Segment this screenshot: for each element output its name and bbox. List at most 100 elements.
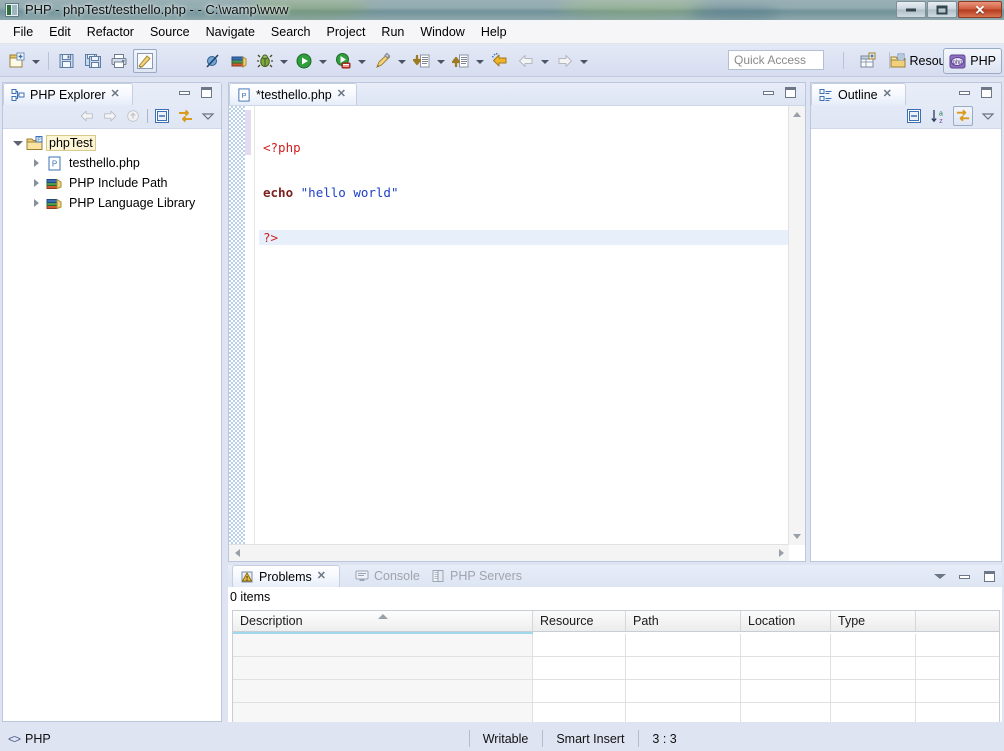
quick-access-input[interactable]: Quick Access (728, 50, 824, 70)
menu-edit[interactable]: Edit (41, 23, 79, 41)
code-editor[interactable]: <?php echo "hello world" ?> (229, 106, 805, 561)
new-wizard-dropdown[interactable] (30, 50, 41, 72)
close-icon[interactable]: ✕ (111, 89, 120, 100)
menu-navigate[interactable]: Navigate (198, 23, 263, 41)
forward-button[interactable] (101, 107, 119, 125)
table-cell (831, 703, 916, 722)
previous-annotation-dropdown[interactable] (474, 50, 485, 72)
debug-button[interactable] (253, 49, 277, 73)
column-header-location[interactable]: Location (741, 611, 831, 631)
expand-twisty[interactable] (31, 197, 44, 210)
menu-search[interactable]: Search (263, 23, 319, 41)
expand-twisty[interactable] (11, 137, 24, 150)
link-with-editor-button[interactable] (953, 106, 973, 126)
forward-dropdown[interactable] (578, 50, 589, 72)
editor-vertical-scrollbar[interactable] (788, 106, 805, 545)
tree-item-testhello[interactable]: P testhello.php (3, 153, 221, 173)
table-row[interactable] (233, 680, 999, 703)
previous-annotation-button[interactable] (449, 49, 473, 73)
run-dropdown[interactable] (317, 50, 328, 72)
close-icon[interactable]: ✕ (337, 89, 346, 100)
view-menu-button[interactable] (979, 107, 997, 125)
menu-window[interactable]: Window (412, 23, 472, 41)
table-row[interactable] (233, 657, 999, 680)
column-header-type[interactable]: Type (831, 611, 916, 631)
library-icon (45, 175, 63, 191)
minimize-button[interactable] (762, 86, 775, 99)
tab-problems[interactable]: Problems ✕ (232, 565, 340, 587)
resource-perspective-icon (890, 53, 905, 67)
menu-file[interactable]: File (5, 23, 41, 41)
maximize-button[interactable] (983, 570, 996, 583)
tab-php-explorer[interactable]: PHP Explorer ✕ (3, 83, 133, 105)
minimize-button[interactable] (958, 86, 971, 99)
hide-fields-button[interactable] (905, 107, 923, 125)
save-all-button[interactable] (81, 49, 105, 73)
minimize-button[interactable] (958, 570, 971, 583)
next-annotation-dropdown[interactable] (435, 50, 446, 72)
maximize-button[interactable] (927, 1, 957, 18)
expand-twisty[interactable] (31, 157, 44, 170)
open-task-button[interactable] (227, 49, 251, 73)
menu-project[interactable]: Project (319, 23, 374, 41)
link-with-editor-button[interactable] (176, 107, 194, 125)
minimize-button[interactable] (178, 86, 191, 99)
tab-console[interactable]: Console (348, 565, 427, 587)
maximize-button[interactable] (200, 86, 213, 99)
back-dropdown[interactable] (539, 50, 550, 72)
code-text[interactable]: <?php echo "hello world" ?> (259, 106, 805, 545)
toggle-markers-button[interactable] (133, 48, 157, 73)
maximize-button[interactable] (784, 86, 797, 99)
column-header-resource[interactable]: Resource (533, 611, 626, 631)
open-perspective-button[interactable] (857, 50, 879, 71)
view-menu-button[interactable] (933, 570, 946, 583)
close-button[interactable]: ✕ (958, 1, 1002, 18)
back-button[interactable] (514, 49, 538, 73)
editor-horizontal-scrollbar[interactable] (229, 544, 789, 561)
scroll-right-button[interactable] (773, 545, 789, 561)
tab-testhello-php[interactable]: P *testhello.php ✕ (229, 83, 357, 105)
scroll-left-button[interactable] (229, 545, 245, 561)
forward-button[interactable] (553, 49, 577, 73)
column-header-path[interactable]: Path (626, 611, 741, 631)
menu-help[interactable]: Help (473, 23, 515, 41)
scroll-up-button[interactable] (789, 106, 805, 123)
menu-source[interactable]: Source (142, 23, 198, 41)
debug-dropdown[interactable] (278, 50, 289, 72)
up-button[interactable] (124, 107, 142, 125)
marker-bar[interactable] (229, 106, 245, 545)
external-tools-dropdown[interactable] (356, 50, 367, 72)
run-button[interactable] (292, 49, 316, 73)
tab-outline[interactable]: Outline ✕ (811, 83, 906, 105)
perspective-php-button[interactable]: php PHP (943, 48, 1002, 74)
menu-run[interactable]: Run (373, 23, 412, 41)
print-button[interactable] (107, 49, 131, 73)
view-menu-button[interactable] (199, 107, 217, 125)
last-edit-location-button[interactable] (488, 49, 512, 73)
new-wizard-button[interactable] (5, 49, 29, 73)
save-button[interactable] (55, 49, 79, 73)
tree-item-phpTest[interactable]: P phpTest (3, 133, 221, 153)
table-cell (916, 634, 999, 656)
scroll-down-button[interactable] (789, 528, 805, 545)
collapse-all-button[interactable] (153, 107, 171, 125)
expand-twisty[interactable] (31, 177, 44, 190)
table-row[interactable] (233, 634, 999, 657)
tree-item-php-language-library[interactable]: PHP Language Library (3, 193, 221, 213)
back-button[interactable] (78, 107, 96, 125)
close-icon[interactable]: ✕ (317, 571, 326, 582)
minimize-button[interactable] (896, 1, 926, 18)
next-annotation-button[interactable] (410, 49, 434, 73)
sort-button[interactable]: a z (929, 107, 947, 125)
column-header-description[interactable]: Description (233, 611, 533, 631)
new-php-file-button[interactable] (371, 49, 395, 73)
tree-item-php-include-path[interactable]: PHP Include Path (3, 173, 221, 193)
maximize-button[interactable] (980, 86, 993, 99)
new-php-dropdown[interactable] (396, 50, 407, 72)
skip-breakpoints-button[interactable] (201, 49, 225, 73)
close-icon[interactable]: ✕ (883, 89, 892, 100)
run-external-tools-button[interactable] (331, 49, 355, 73)
tab-php-servers[interactable]: PHP Servers (424, 565, 529, 587)
table-row[interactable] (233, 703, 999, 722)
menu-refactor[interactable]: Refactor (79, 23, 142, 41)
